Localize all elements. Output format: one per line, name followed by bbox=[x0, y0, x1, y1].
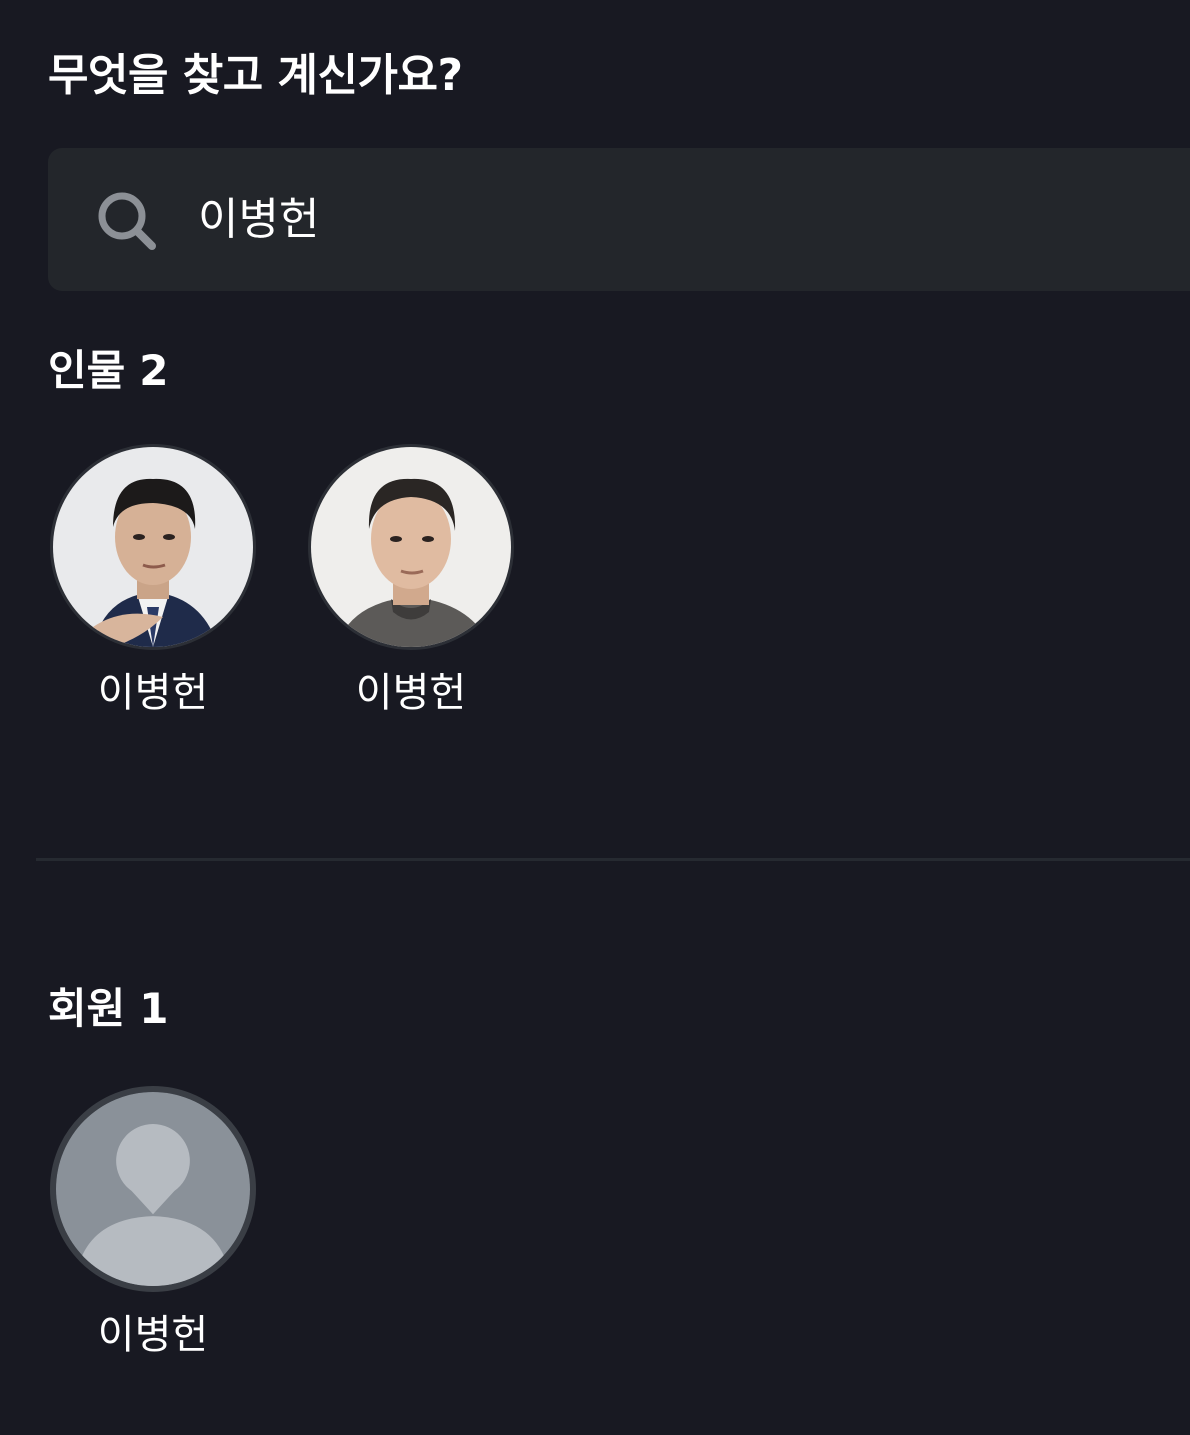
person-name: 이병헌 bbox=[355, 670, 467, 716]
person-card[interactable]: 이병헌 bbox=[48, 444, 258, 718]
page-title: 무엇을 찾고 계신가요? bbox=[48, 50, 463, 101]
search-input[interactable] bbox=[198, 186, 1098, 254]
person-photo bbox=[311, 447, 511, 647]
person-photo bbox=[53, 447, 253, 647]
person-avatar bbox=[308, 444, 514, 650]
person-name: 이병헌 bbox=[97, 670, 209, 716]
people-section-heading: 인물 2 bbox=[48, 344, 169, 398]
people-section-count: 2 bbox=[139, 346, 169, 395]
search-icon bbox=[98, 192, 156, 250]
search-page: 무엇을 찾고 계신가요? 인물 2 이병헌 bbox=[0, 0, 1190, 1435]
section-divider bbox=[36, 858, 1190, 861]
people-section-label: 인물 bbox=[48, 346, 126, 395]
default-user-icon bbox=[56, 1092, 250, 1286]
member-card[interactable]: 이병헌 bbox=[48, 1086, 258, 1360]
members-section-label: 회원 bbox=[48, 984, 126, 1033]
member-avatar bbox=[50, 1086, 256, 1292]
member-name: 이병헌 bbox=[97, 1312, 209, 1358]
person-avatar bbox=[50, 444, 256, 650]
members-section-count: 1 bbox=[139, 984, 169, 1033]
person-card[interactable]: 이병헌 bbox=[306, 444, 516, 718]
members-section-heading: 회원 1 bbox=[48, 982, 169, 1036]
